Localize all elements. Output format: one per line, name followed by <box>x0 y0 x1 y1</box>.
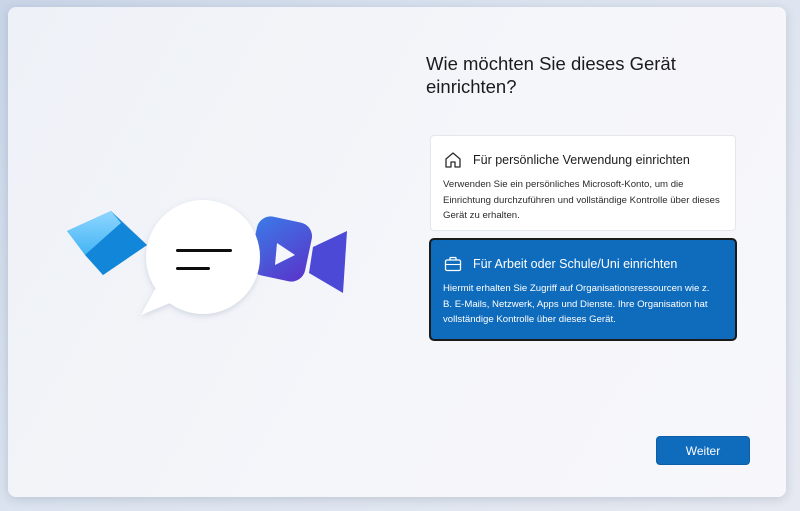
briefcase-icon <box>443 254 463 274</box>
option-work-description: Hiermit erhalten Sie Zugriff auf Organis… <box>443 283 710 325</box>
illustration-graphic <box>67 200 347 315</box>
option-work-label: Für Arbeit oder Schule/Uni einrichten <box>473 257 678 271</box>
option-personal-label: Für persönliche Verwendung einrichten <box>473 153 690 167</box>
option-personal-description: Verwenden Sie ein persönliches Microsoft… <box>443 179 720 221</box>
option-personal-use[interactable]: Für persönliche Verwendung einrichten Ve… <box>430 135 736 231</box>
home-icon <box>443 150 463 170</box>
chat-bubble-icon <box>141 200 260 315</box>
oobe-window: Wie möchten Sie dieses Gerät einrichten?… <box>8 7 786 497</box>
option-work-header: Für Arbeit oder Schule/Uni einrichten <box>443 253 721 275</box>
option-personal-header: Für persönliche Verwendung einrichten <box>443 149 721 171</box>
page-title: Wie möchten Sie dieses Gerät einrichten? <box>426 53 676 97</box>
option-work-school[interactable]: Für Arbeit oder Schule/Uni einrichten Hi… <box>429 238 737 341</box>
video-camera-icon <box>249 216 347 293</box>
next-button[interactable]: Weiter <box>656 436 750 465</box>
mail-icon <box>67 211 147 275</box>
setup-illustration <box>63 197 363 327</box>
